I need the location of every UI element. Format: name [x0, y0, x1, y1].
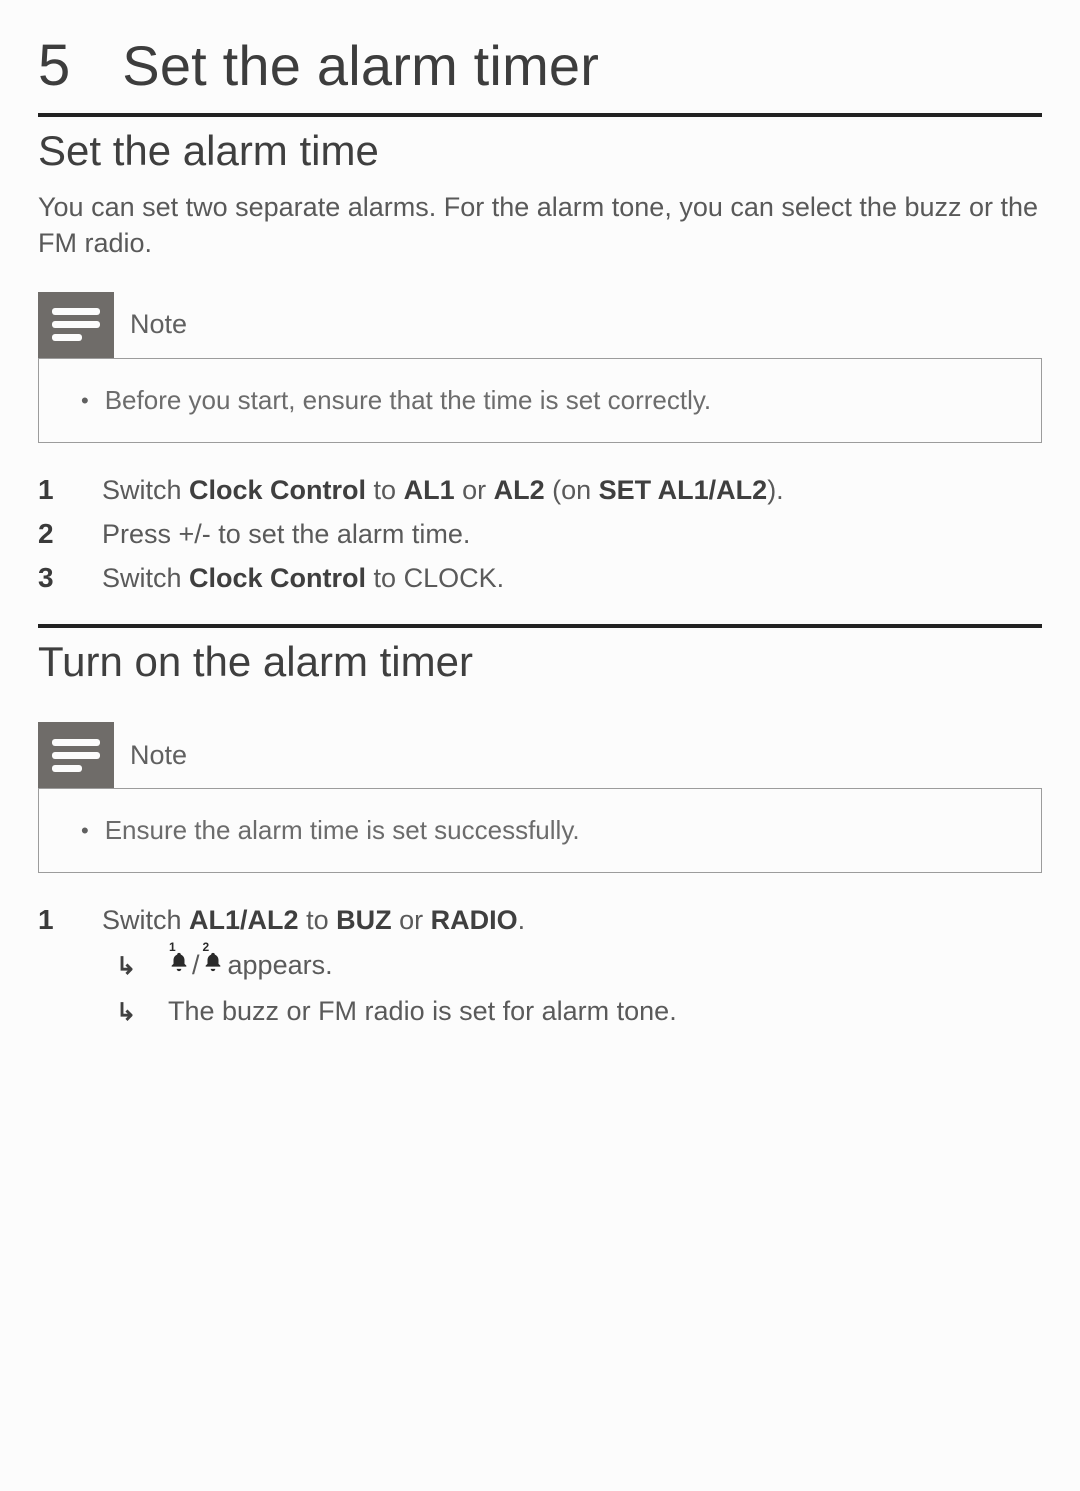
step-number: 1: [38, 904, 62, 936]
chapter-number: 5: [38, 32, 70, 99]
text-bold: AL2: [494, 475, 545, 505]
step-row: 1 Switch AL1/AL2 to BUZ or RADIO.: [38, 899, 1042, 943]
note-label: Note: [114, 740, 187, 771]
step-text: Press +/- to set the alarm time.: [102, 516, 470, 554]
note-line: [52, 334, 82, 341]
text: to: [366, 475, 404, 505]
step-text: Switch Clock Control to AL1 or AL2 (on S…: [102, 472, 784, 510]
manual-page: 5 Set the alarm timer Set the alarm time…: [0, 0, 1080, 1359]
step-row: 2 Press +/- to set the alarm time.: [38, 513, 1042, 557]
bell-icons: 1 / 2: [168, 947, 224, 985]
text-bold: AL1/AL2: [189, 905, 299, 935]
ordered-steps-turn-on: 1 Switch AL1/AL2 to BUZ or RADIO. ↳ 1 / …: [38, 899, 1042, 1034]
note-label: Note: [114, 309, 187, 340]
bullet-icon: •: [81, 817, 89, 846]
chapter-heading: 5 Set the alarm timer: [38, 32, 1042, 99]
step-row: 1 Switch Clock Control to AL1 or AL2 (on…: [38, 469, 1042, 513]
section-title-turn-on-alarm: Turn on the alarm timer: [38, 638, 1042, 686]
bullet-icon: •: [81, 387, 89, 416]
result-row: ↳ The buzz or FM radio is set for alarm …: [38, 989, 1042, 1035]
result-text: The buzz or FM radio is set for alarm to…: [168, 993, 677, 1031]
text: (on: [545, 475, 599, 505]
note-line: [52, 321, 100, 328]
text-bold: AL1: [404, 475, 455, 505]
note-text: Ensure the alarm time is set successfull…: [105, 813, 580, 848]
text: to: [299, 905, 337, 935]
divider: [38, 624, 1042, 628]
step-number: 3: [38, 562, 62, 594]
note-header: Note: [38, 722, 1042, 789]
step-number: 2: [38, 518, 62, 550]
step-text: Switch AL1/AL2 to BUZ or RADIO.: [102, 902, 525, 940]
text: or: [392, 905, 431, 935]
section-intro: You can set two separate alarms. For the…: [38, 189, 1042, 262]
note-body: • Before you start, ensure that the time…: [38, 359, 1042, 443]
text: appears.: [228, 947, 333, 985]
note-text: Before you start, ensure that the time i…: [105, 383, 711, 418]
result-text: 1 / 2 appears.: [168, 947, 333, 985]
note-box: Note • Ensure the alarm time is set succ…: [38, 722, 1042, 873]
note-lines-icon: [38, 292, 114, 358]
note-lines-icon: [38, 722, 114, 788]
text: Switch: [102, 475, 189, 505]
text-bold: BUZ: [336, 905, 392, 935]
text-bold: SET AL1/AL2: [599, 475, 768, 505]
text-bold: RADIO: [431, 905, 518, 935]
text: ).: [767, 475, 784, 505]
ordered-steps-set-time: 1 Switch Clock Control to AL1 or AL2 (on…: [38, 469, 1042, 600]
text: to CLOCK.: [366, 563, 504, 593]
slash: /: [192, 947, 200, 985]
note-header: Note: [38, 292, 1042, 359]
note-box: Note • Before you start, ensure that the…: [38, 292, 1042, 443]
note-line: [52, 308, 100, 315]
result-row: ↳ 1 / 2 appears.: [38, 943, 1042, 989]
result-arrow-icon: ↳: [116, 998, 146, 1027]
section-title-set-alarm-time: Set the alarm time: [38, 127, 1042, 175]
result-arrow-icon: ↳: [116, 952, 146, 981]
text: Switch: [102, 905, 189, 935]
text: or: [455, 475, 494, 505]
step-text: Switch Clock Control to CLOCK.: [102, 560, 504, 598]
text: Switch: [102, 563, 189, 593]
text-bold: Clock Control: [189, 563, 366, 593]
step-row: 3 Switch Clock Control to CLOCK.: [38, 557, 1042, 601]
note-line: [52, 765, 82, 772]
note-line: [52, 739, 100, 746]
bell-1-icon: 1: [168, 947, 190, 971]
chapter-title: Set the alarm timer: [122, 33, 599, 98]
text: .: [518, 905, 526, 935]
divider: [38, 113, 1042, 117]
bell-2-icon: 2: [202, 947, 224, 971]
text-bold: Clock Control: [189, 475, 366, 505]
note-line: [52, 752, 100, 759]
note-body: • Ensure the alarm time is set successfu…: [38, 789, 1042, 873]
step-number: 1: [38, 474, 62, 506]
